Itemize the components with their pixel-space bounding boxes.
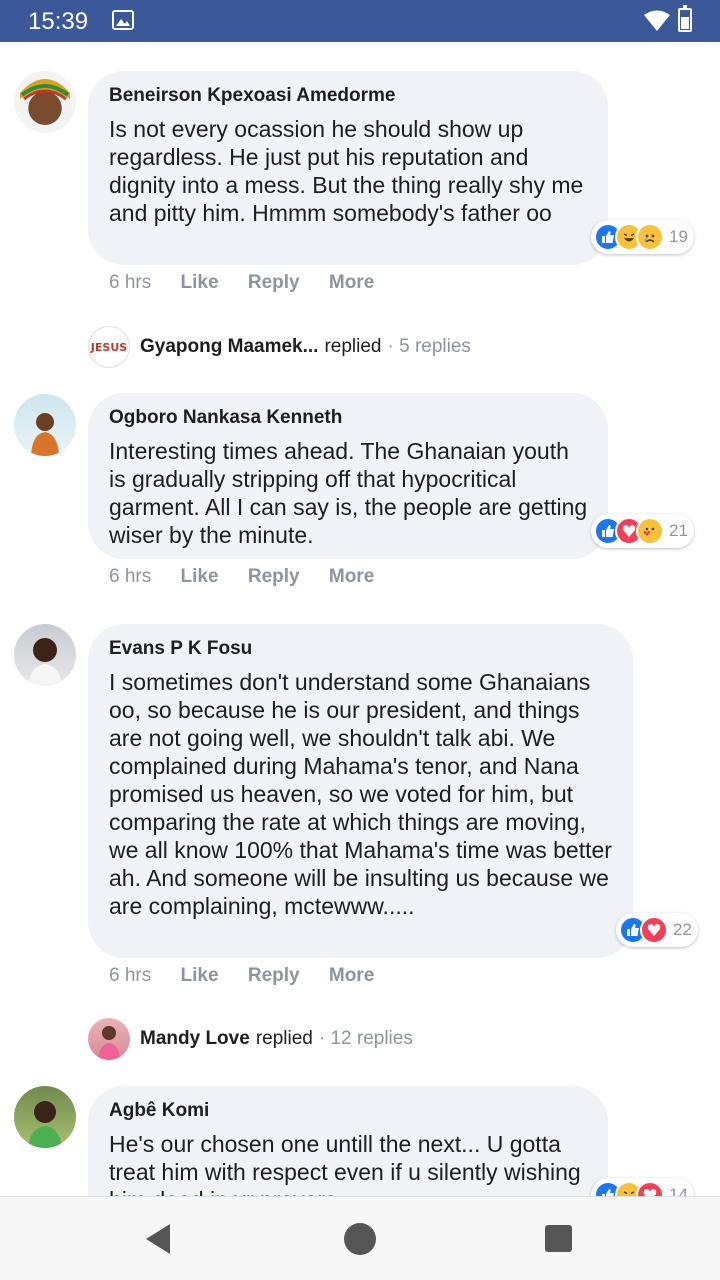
avatar: JESUS — [88, 326, 130, 368]
battery-icon — [678, 5, 692, 32]
reaction-summary[interactable]: 14 — [591, 1178, 694, 1196]
recents-icon[interactable] — [545, 1225, 572, 1252]
status-time: 15:39 — [28, 8, 89, 35]
comments-feed[interactable]: Beneirson Kpexoasi Amedorme Is not every… — [0, 42, 720, 1196]
reaction-summary[interactable]: 21 — [591, 514, 694, 548]
comment-actions: 6 hrs Like Reply More — [109, 566, 398, 588]
comment-actions: 6 hrs Like Reply More — [109, 272, 398, 294]
reaction-count: 19 — [669, 227, 688, 246]
like-button[interactable]: Like — [181, 965, 219, 986]
reaction-count: 21 — [669, 521, 688, 540]
comment-bubble: Agbê Komi He's our chosen one untill the… — [88, 1086, 608, 1196]
avatar[interactable] — [14, 624, 76, 686]
comment-time: 6 hrs — [109, 965, 152, 986]
comment-time: 6 hrs — [109, 566, 152, 587]
navigation-bar — [0, 1196, 720, 1280]
comment-text: I sometimes don't understand some Ghanai… — [109, 669, 612, 919]
comment-text: Interesting times ahead. The Ghanaian yo… — [109, 438, 588, 548]
home-icon[interactable] — [344, 1223, 376, 1255]
reply-count: · 5 replies — [387, 336, 471, 357]
comment-text: He's our chosen one untill the next... U… — [109, 1131, 581, 1196]
comment-time: 6 hrs — [109, 272, 152, 293]
sad-reaction-icon — [636, 223, 664, 251]
reply-count: · 12 replies — [318, 1028, 413, 1049]
comment-actions: 6 hrs Like Reply More — [109, 965, 398, 987]
reply-thread-link[interactable]: JESUS Gyapong Maamek... replied · 5 repl… — [88, 326, 471, 368]
comment-author[interactable]: Agbê Komi — [109, 1100, 588, 1122]
care-reaction-icon — [636, 517, 664, 545]
comment-text: Is not every ocassion he should show up … — [109, 116, 584, 226]
reply-thread-link[interactable]: Mandy Love replied · 12 replies — [88, 1018, 413, 1060]
reaction-count: 22 — [673, 920, 692, 939]
back-icon[interactable] — [146, 1224, 170, 1254]
reply-author: Mandy Love — [140, 1028, 250, 1049]
reaction-count: 14 — [669, 1185, 688, 1196]
comment-author[interactable]: Beneirson Kpexoasi Amedorme — [109, 85, 588, 107]
reaction-summary[interactable]: 19 — [591, 220, 694, 254]
gallery-notification-icon — [112, 10, 134, 30]
love-reaction-icon — [636, 1181, 664, 1196]
more-button[interactable]: More — [329, 566, 374, 587]
avatar — [88, 1018, 130, 1060]
more-button[interactable]: More — [329, 272, 374, 293]
comment-bubble: Evans P K Fosu I sometimes don't underst… — [88, 624, 633, 958]
status-bar: 15:39 — [0, 0, 720, 42]
reply-author: Gyapong Maamek... — [140, 336, 319, 357]
reply-verb: replied — [324, 336, 382, 357]
reply-verb: replied — [255, 1028, 313, 1049]
comment-bubble: Beneirson Kpexoasi Amedorme Is not every… — [88, 71, 608, 265]
like-button[interactable]: Like — [181, 272, 219, 293]
like-button[interactable]: Like — [181, 566, 219, 587]
more-button[interactable]: More — [329, 965, 374, 986]
reply-button[interactable]: Reply — [248, 566, 300, 587]
comment-author[interactable]: Evans P K Fosu — [109, 638, 613, 660]
comment-bubble: Ogboro Nankasa Kenneth Interesting times… — [88, 393, 608, 559]
avatar[interactable] — [14, 71, 76, 133]
reply-button[interactable]: Reply — [248, 965, 300, 986]
comment-author[interactable]: Ogboro Nankasa Kenneth — [109, 407, 588, 429]
love-reaction-icon — [640, 916, 668, 944]
reaction-summary[interactable]: 22 — [616, 913, 698, 947]
avatar-text: JESUS — [90, 340, 128, 354]
wifi-icon — [644, 10, 670, 31]
reply-button[interactable]: Reply — [248, 272, 300, 293]
avatar[interactable] — [14, 1086, 76, 1148]
avatar[interactable] — [14, 394, 76, 456]
